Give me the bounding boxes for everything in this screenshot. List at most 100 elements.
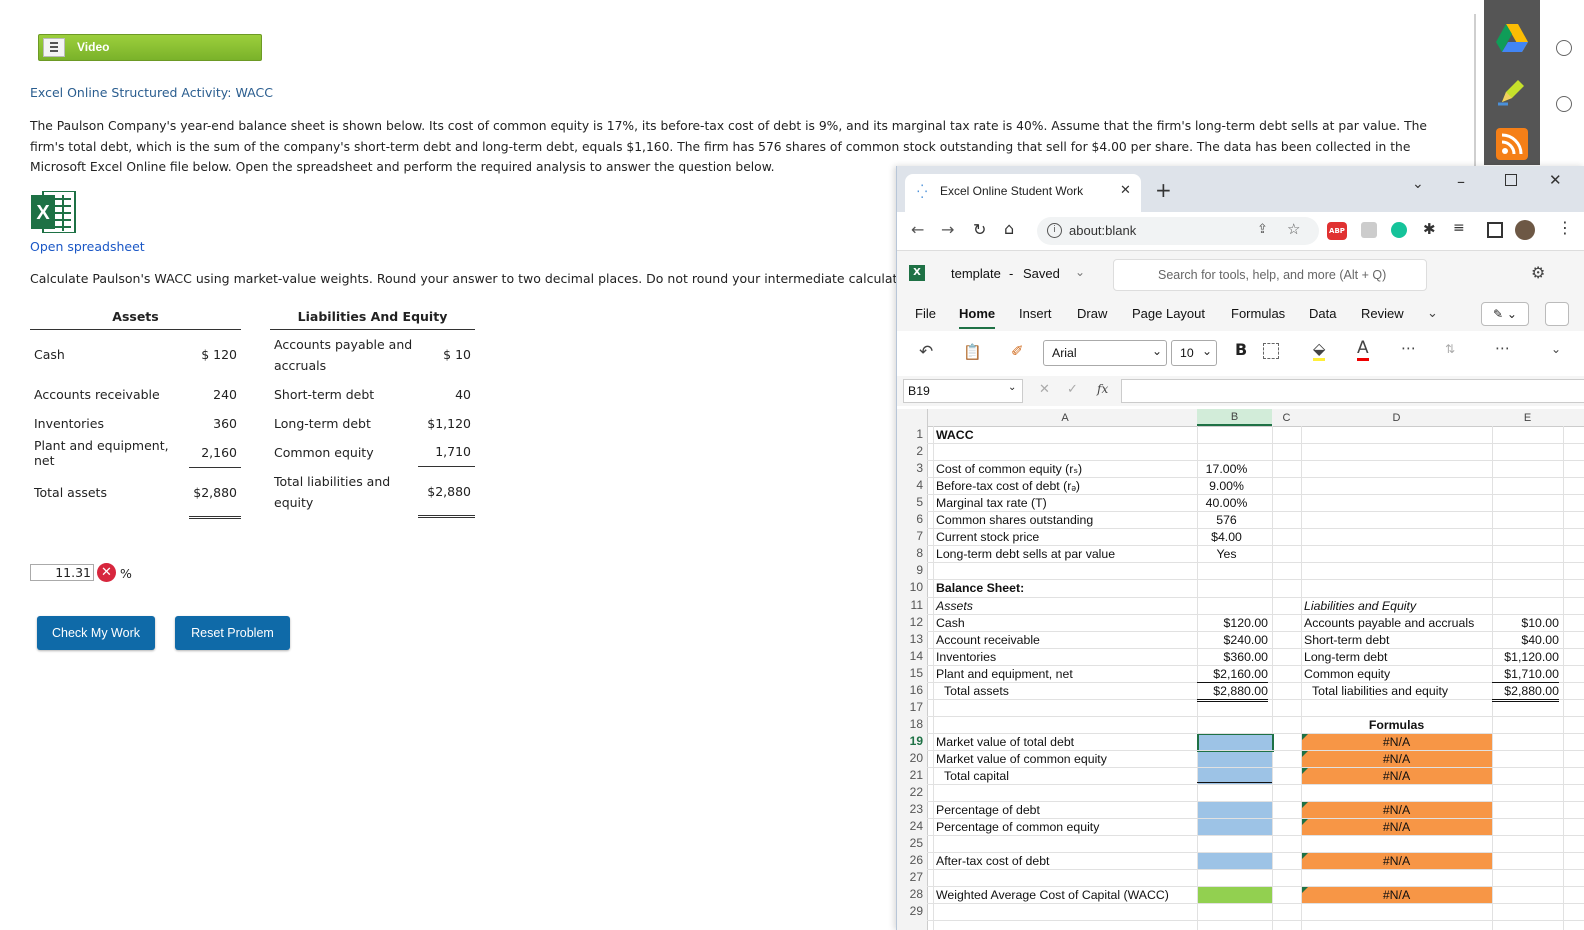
more-tabs-chevron-icon[interactable]: ⌄ bbox=[1427, 306, 1438, 321]
reset-problem-button[interactable]: Reset Problem bbox=[175, 616, 290, 650]
row-number[interactable]: 20 bbox=[901, 751, 923, 765]
search-box[interactable]: Search for tools, help, and more (Alt + … bbox=[1113, 259, 1427, 291]
cell-a19[interactable]: Market value of total debt bbox=[936, 734, 1074, 750]
cell-e13[interactable]: $40.00 bbox=[1492, 632, 1559, 648]
clock-icon[interactable] bbox=[1556, 96, 1572, 112]
cell-a15[interactable]: Plant and equipment, net bbox=[936, 666, 1073, 682]
sort-filter-icon[interactable]: ⇅ bbox=[1445, 342, 1455, 356]
close-window-icon[interactable]: ✕ bbox=[1549, 171, 1562, 189]
cell-a8[interactable]: Long-term debt sells at par value bbox=[936, 546, 1115, 562]
font-family-select[interactable]: Arial ⌄ bbox=[1043, 340, 1167, 366]
open-spreadsheet-link[interactable]: Open spreadsheet bbox=[30, 239, 145, 254]
font-color-icon[interactable]: A bbox=[1357, 338, 1369, 361]
row-number[interactable]: 28 bbox=[901, 887, 923, 901]
cell-d14[interactable]: Long-term debt bbox=[1304, 649, 1387, 665]
url-field[interactable]: i about:blank ⇪ ☆ bbox=[1037, 217, 1319, 245]
input-cell[interactable] bbox=[1198, 802, 1272, 819]
row-number[interactable]: 10 bbox=[901, 580, 923, 594]
row-number[interactable]: 4 bbox=[901, 478, 923, 492]
cell-d11[interactable]: Liabilities and Equity bbox=[1304, 598, 1416, 614]
comments-icon[interactable] bbox=[1545, 302, 1569, 326]
row-number[interactable]: 24 bbox=[901, 819, 923, 833]
tab-review[interactable]: Review bbox=[1361, 306, 1404, 322]
row-number[interactable]: 7 bbox=[901, 529, 923, 543]
row-number[interactable]: 9 bbox=[901, 563, 923, 577]
more-commands-icon[interactable]: ⋯ bbox=[1495, 339, 1510, 357]
row-number[interactable]: 14 bbox=[901, 649, 923, 663]
insert-function-icon[interactable]: fx bbox=[1097, 382, 1108, 396]
cell-d18[interactable]: Formulas bbox=[1301, 717, 1492, 733]
cell-d13[interactable]: Short-term debt bbox=[1304, 632, 1389, 648]
tab-search-chevron-icon[interactable]: ⌄ bbox=[1412, 176, 1424, 192]
row-number[interactable]: 6 bbox=[901, 512, 923, 526]
maximize-icon[interactable] bbox=[1505, 174, 1517, 186]
cell-a24[interactable]: Percentage of common equity bbox=[936, 819, 1099, 835]
row-number[interactable]: 23 bbox=[901, 802, 923, 816]
file-name[interactable]: template bbox=[951, 266, 1001, 282]
tab-insert[interactable]: Insert bbox=[1019, 306, 1052, 322]
cell-d15[interactable]: Common equity bbox=[1304, 666, 1390, 682]
cell-a11[interactable]: Assets bbox=[936, 598, 973, 614]
browser-tab[interactable]: ⁛ Excel Online Student Work ✕ bbox=[905, 174, 1141, 212]
cell-d28[interactable]: #N/A bbox=[1301, 887, 1492, 903]
extension-icon[interactable] bbox=[1361, 222, 1377, 238]
cell-d24[interactable]: #N/A bbox=[1301, 819, 1492, 835]
row-number[interactable]: 15 bbox=[901, 666, 923, 680]
tab-page-layout[interactable]: Page Layout bbox=[1132, 306, 1205, 322]
video-button[interactable]: Video bbox=[38, 34, 262, 61]
expand-ribbon-icon[interactable]: ⌄ bbox=[1551, 342, 1561, 356]
cell-a26[interactable]: After-tax cost of debt bbox=[936, 853, 1049, 869]
more-options-icon[interactable]: ⋯ bbox=[1401, 339, 1416, 357]
puzzle-icon[interactable]: ✱ bbox=[1423, 220, 1436, 238]
answer-input[interactable]: 11.31 bbox=[30, 564, 94, 581]
home-icon[interactable]: ⌂ bbox=[1004, 219, 1014, 238]
input-cell[interactable] bbox=[1198, 819, 1272, 836]
adblock-icon[interactable]: ABP bbox=[1327, 222, 1347, 240]
cell-d23[interactable]: #N/A bbox=[1301, 802, 1492, 818]
bookmark-star-icon[interactable]: ☆ bbox=[1287, 220, 1300, 238]
bold-icon[interactable]: B bbox=[1235, 340, 1247, 359]
cell-a28[interactable]: Weighted Average Cost of Capital (WACC) bbox=[936, 887, 1169, 903]
minimize-icon[interactable]: – bbox=[1457, 172, 1465, 191]
side-panel-icon[interactable] bbox=[1487, 222, 1503, 238]
search-icon[interactable] bbox=[1556, 40, 1572, 56]
row-number[interactable]: 3 bbox=[901, 461, 923, 475]
pencil-icon[interactable] bbox=[1498, 78, 1526, 106]
formula-input[interactable] bbox=[1121, 379, 1584, 403]
paste-icon[interactable]: 📋 bbox=[963, 343, 982, 361]
excel-app-icon[interactable]: X bbox=[909, 265, 925, 281]
scrollbar[interactable] bbox=[1474, 14, 1476, 166]
column-header[interactable]: A bbox=[933, 410, 1197, 426]
google-drive-icon[interactable] bbox=[1496, 24, 1528, 52]
cell-b3[interactable]: 17.00% bbox=[1197, 461, 1256, 477]
borders-icon[interactable] bbox=[1263, 343, 1279, 359]
cancel-icon[interactable]: ✕ bbox=[1039, 382, 1050, 397]
cell-b4[interactable]: 9.00% bbox=[1197, 478, 1256, 494]
column-header[interactable]: E bbox=[1492, 410, 1563, 426]
forward-icon[interactable]: → bbox=[941, 220, 954, 239]
cell-d21[interactable]: #N/A bbox=[1301, 768, 1492, 784]
cell-a12[interactable]: Cash bbox=[936, 615, 965, 631]
row-number[interactable]: 21 bbox=[901, 768, 923, 782]
row-number[interactable]: 25 bbox=[901, 836, 923, 850]
cell-b6[interactable]: 576 bbox=[1197, 512, 1256, 528]
cell-a4[interactable]: Before-tax cost of debt (rₔ) bbox=[936, 478, 1080, 494]
cell-b15[interactable]: $2,160.00 bbox=[1197, 666, 1268, 683]
row-number[interactable]: 16 bbox=[901, 683, 923, 697]
column-header[interactable]: B bbox=[1197, 409, 1272, 426]
reload-icon[interactable]: ↻ bbox=[973, 220, 986, 239]
editing-mode-button[interactable]: ✎ ⌄ bbox=[1481, 302, 1529, 326]
row-number[interactable]: 19 bbox=[901, 734, 923, 748]
column-header[interactable]: D bbox=[1301, 410, 1492, 426]
cell-d20[interactable]: #N/A bbox=[1301, 751, 1492, 767]
tab-formulas[interactable]: Formulas bbox=[1231, 306, 1285, 322]
row-number[interactable]: 18 bbox=[901, 717, 923, 731]
rss-icon[interactable] bbox=[1496, 128, 1528, 160]
tab-data[interactable]: Data bbox=[1309, 306, 1336, 322]
cell-e12[interactable]: $10.00 bbox=[1492, 615, 1559, 631]
name-box[interactable]: B19 ⌄ bbox=[903, 379, 1023, 403]
row-number[interactable]: 13 bbox=[901, 632, 923, 646]
row-number[interactable]: 11 bbox=[901, 598, 923, 612]
row-number[interactable]: 8 bbox=[901, 546, 923, 560]
cell-a5[interactable]: Marginal tax rate (T) bbox=[936, 495, 1047, 511]
